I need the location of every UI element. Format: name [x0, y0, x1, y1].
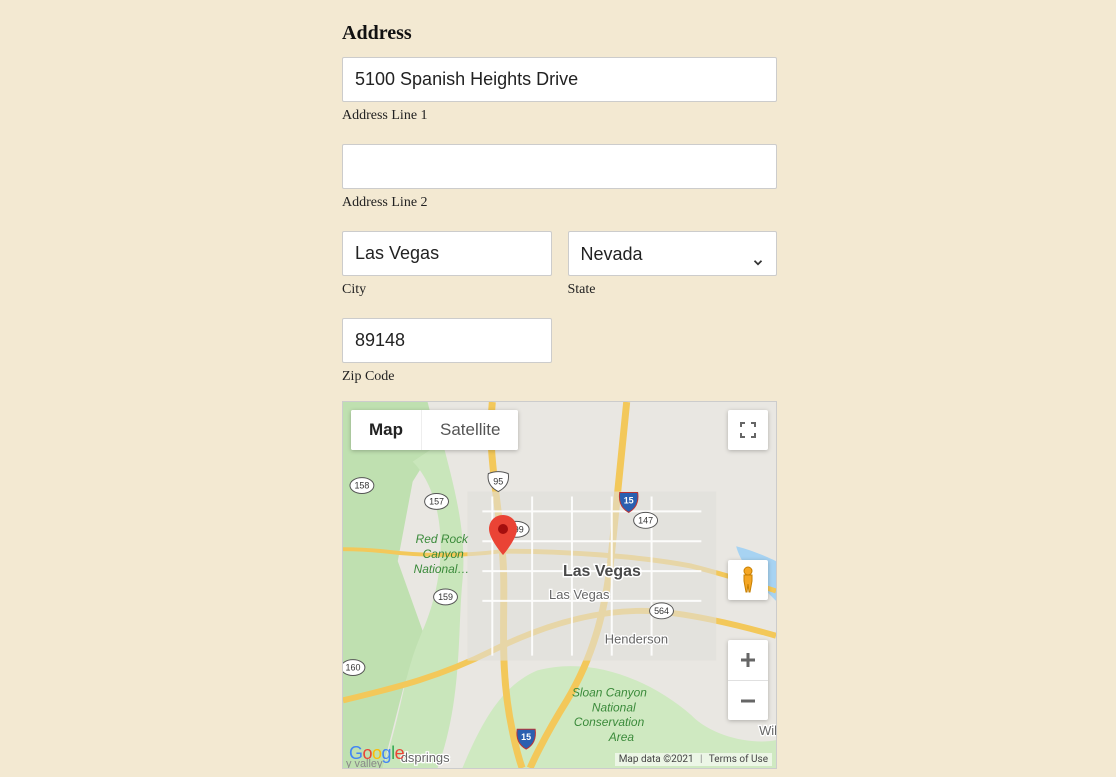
city-block: City — [342, 231, 552, 298]
zoom-control — [728, 640, 768, 720]
map-type-map-button[interactable]: Map — [351, 410, 421, 450]
address-line-1-input[interactable] — [342, 57, 777, 102]
svg-text:147: 147 — [638, 515, 653, 525]
pegman-button[interactable] — [728, 560, 768, 600]
state-select[interactable]: Nevada — [568, 231, 778, 276]
plus-icon — [739, 651, 757, 669]
svg-text:Sloan Canyon: Sloan Canyon — [572, 685, 647, 699]
map-terms-link[interactable]: Terms of Use — [709, 754, 768, 765]
state-block: Nevada State — [568, 231, 778, 298]
svg-text:National…: National… — [414, 562, 470, 576]
svg-text:Canyon: Canyon — [423, 547, 464, 561]
pegman-icon — [737, 566, 759, 594]
zip-input[interactable] — [342, 318, 552, 363]
svg-text:159: 159 — [438, 592, 453, 602]
zip-block: Zip Code — [342, 318, 552, 385]
map[interactable]: 158 157 159 160 599 147 564 95 15 15 Las… — [342, 401, 777, 769]
svg-text:National: National — [592, 700, 636, 714]
fullscreen-button[interactable] — [728, 410, 768, 450]
google-logo: Google — [349, 743, 404, 764]
form-heading: Address — [342, 22, 777, 45]
city-label: City — [342, 282, 552, 298]
map-data-text: Map data ©2021 — [619, 754, 694, 765]
svg-text:dsprings: dsprings — [401, 750, 450, 765]
address-line-2-input[interactable] — [342, 144, 777, 189]
svg-text:160: 160 — [345, 663, 360, 673]
svg-text:95: 95 — [493, 477, 503, 487]
svg-text:158: 158 — [354, 481, 369, 491]
map-canvas: 158 157 159 160 599 147 564 95 15 15 Las… — [343, 402, 776, 768]
map-type-satellite-button[interactable]: Satellite — [421, 410, 518, 450]
svg-text:Henderson: Henderson — [605, 632, 668, 647]
svg-text:Las Vegas: Las Vegas — [549, 587, 609, 602]
address-line-2-label: Address Line 2 — [342, 195, 777, 211]
fullscreen-icon — [739, 421, 757, 439]
svg-text:157: 157 — [429, 496, 444, 506]
svg-text:Red Rock: Red Rock — [416, 532, 469, 546]
svg-text:564: 564 — [654, 606, 669, 616]
minus-icon — [739, 692, 757, 710]
svg-text:Area: Area — [608, 730, 635, 744]
zoom-out-button[interactable] — [728, 680, 768, 720]
map-attribution: Map data ©2021 | Terms of Use — [615, 753, 772, 766]
address-form: Address Address Line 1 Address Line 2 Ci… — [342, 22, 777, 769]
zoom-in-button[interactable] — [728, 640, 768, 680]
map-type-control: Map Satellite — [351, 410, 518, 450]
svg-text:15: 15 — [521, 732, 531, 742]
state-label: State — [568, 282, 778, 298]
svg-text:Las Vegas: Las Vegas — [563, 563, 641, 580]
svg-text:Wil: Wil — [759, 723, 776, 738]
address-line-2-block: Address Line 2 — [342, 144, 777, 211]
svg-text:Conservation: Conservation — [574, 715, 645, 729]
city-state-row: City Nevada State — [342, 231, 777, 298]
svg-text:15: 15 — [624, 495, 634, 505]
address-line-1-block: Address Line 1 — [342, 57, 777, 124]
svg-text:599: 599 — [509, 524, 524, 534]
zip-label: Zip Code — [342, 369, 552, 385]
address-line-1-label: Address Line 1 — [342, 108, 777, 124]
zip-row: Zip Code — [342, 318, 777, 385]
city-input[interactable] — [342, 231, 552, 276]
